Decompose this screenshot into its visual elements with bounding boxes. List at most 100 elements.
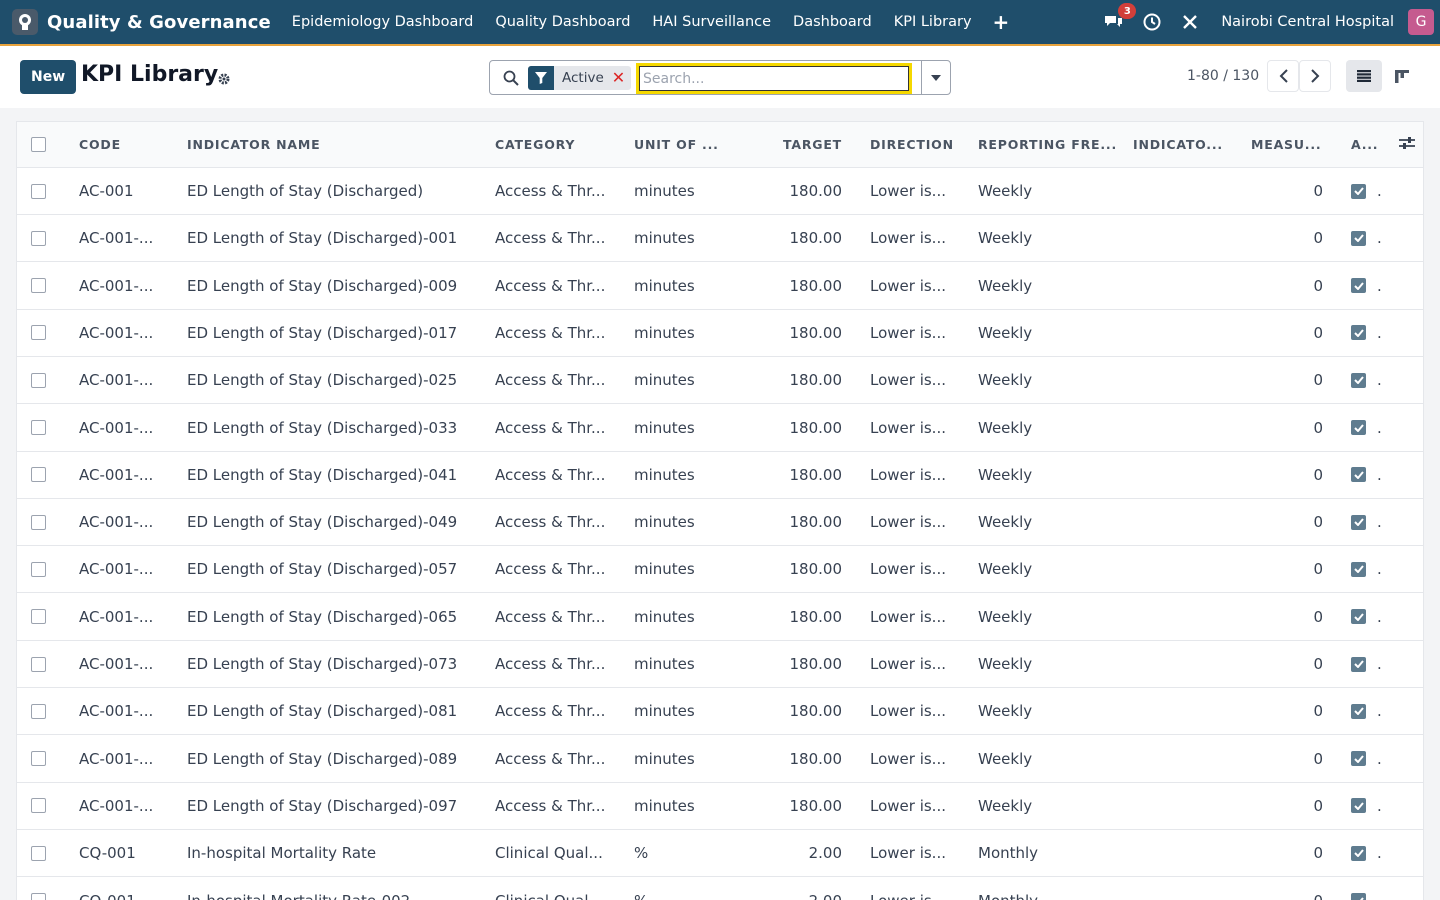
row-select-checkbox[interactable] bbox=[31, 703, 46, 719]
main-menu: Epidemiology Dashboard Quality Dashboard H… bbox=[281, 0, 983, 44]
table-row[interactable]: AC-001-... ED Length of Stay (Discharged)… bbox=[17, 736, 1423, 783]
active-checkbox[interactable] bbox=[1351, 656, 1366, 672]
active-checkbox[interactable] bbox=[1351, 893, 1366, 900]
messages-button[interactable]: 3 bbox=[1103, 3, 1137, 31]
active-checkbox[interactable] bbox=[1351, 561, 1366, 577]
column-header-unit[interactable]: UNIT OF ... bbox=[634, 122, 754, 167]
table-row[interactable]: CQ-001-... In-hospital Mortality Rate-002… bbox=[17, 878, 1423, 900]
active-checkbox[interactable] bbox=[1351, 372, 1366, 388]
select-all-checkbox[interactable] bbox=[31, 137, 46, 152]
row-select-checkbox[interactable] bbox=[31, 420, 46, 435]
row-select-cell bbox=[31, 499, 51, 545]
checkmark-icon bbox=[1353, 329, 1364, 337]
search-input[interactable] bbox=[636, 63, 912, 94]
debug-tools-button[interactable] bbox=[1181, 13, 1199, 31]
row-select-checkbox[interactable] bbox=[31, 893, 46, 900]
filter-facet[interactable]: Active ✕ bbox=[528, 65, 632, 90]
table-row[interactable]: AC-001-... ED Length of Stay (Discharged)… bbox=[17, 594, 1423, 641]
column-header-active[interactable]: A... bbox=[1351, 122, 1391, 167]
cell-reporting-frequency: Weekly bbox=[978, 796, 1033, 815]
active-checkbox[interactable] bbox=[1351, 845, 1366, 861]
column-header-direction[interactable]: DIRECTION bbox=[870, 122, 960, 167]
cell-direction: Lower is... bbox=[870, 749, 946, 768]
cell-category: Access & Thr... bbox=[495, 418, 606, 437]
active-checkbox[interactable] bbox=[1351, 751, 1366, 767]
active-checkbox[interactable] bbox=[1351, 514, 1366, 530]
remove-facet-icon[interactable]: ✕ bbox=[612, 69, 625, 86]
column-header-measures[interactable]: MEASU... bbox=[1251, 122, 1331, 167]
table-row[interactable]: AC-001 ED Length of Stay (Discharged) Acce… bbox=[17, 168, 1423, 215]
column-header-code[interactable]: CODE bbox=[79, 122, 175, 167]
row-select-checkbox[interactable] bbox=[31, 372, 46, 388]
new-button[interactable]: New bbox=[20, 60, 77, 94]
row-select-checkbox[interactable] bbox=[31, 467, 46, 483]
table-row[interactable]: AC-001-... ED Length of Stay (Discharged)… bbox=[17, 215, 1423, 263]
cell-extra: . bbox=[1377, 749, 1382, 768]
active-checkbox[interactable] bbox=[1351, 183, 1366, 199]
nav-menu-item[interactable]: KPI Library bbox=[883, 0, 983, 44]
table-row[interactable]: AC-001-... ED Length of Stay (Discharged)… bbox=[17, 405, 1423, 452]
row-select-checkbox[interactable] bbox=[31, 751, 46, 767]
active-checkbox[interactable] bbox=[1351, 420, 1366, 435]
table-row[interactable]: AC-001-... ED Length of Stay (Discharged)… bbox=[17, 641, 1423, 688]
optional-columns-toggle[interactable] bbox=[1399, 136, 1415, 154]
add-menu-button[interactable]: + bbox=[983, 0, 1020, 44]
table-row[interactable]: AC-001-... ED Length of Stay (Discharged)… bbox=[17, 688, 1423, 736]
app-title[interactable]: Quality & Governance bbox=[47, 12, 271, 33]
active-checkbox[interactable] bbox=[1351, 230, 1366, 246]
checkmark-icon bbox=[1353, 471, 1364, 479]
nav-menu-item[interactable]: Quality Dashboard bbox=[484, 0, 641, 44]
row-select-checkbox[interactable] bbox=[31, 230, 46, 246]
active-checkbox[interactable] bbox=[1351, 609, 1366, 625]
cell-reporting-frequency: Weekly bbox=[978, 560, 1033, 579]
cell-indicator-name: ED Length of Stay (Discharged)-057 bbox=[187, 560, 458, 579]
cell-direction: Lower is... bbox=[870, 182, 946, 200]
gear-icon[interactable] bbox=[218, 71, 230, 89]
table-row[interactable]: AC-001-... ED Length of Stay (Discharged)… bbox=[17, 357, 1423, 405]
cell-active bbox=[1351, 688, 1373, 734]
active-checkbox[interactable] bbox=[1351, 278, 1366, 294]
pager-next-button[interactable] bbox=[1299, 60, 1331, 92]
table-row[interactable]: AC-001-... ED Length of Stay (Discharged)… bbox=[17, 310, 1423, 357]
pager-value[interactable]: 1-80 / 130 bbox=[1187, 68, 1259, 84]
cell-category: Access & Thr... bbox=[495, 796, 606, 815]
row-select-checkbox[interactable] bbox=[31, 845, 46, 861]
pager-previous-button[interactable] bbox=[1267, 60, 1299, 92]
row-select-checkbox[interactable] bbox=[31, 798, 46, 814]
kanban-view-button[interactable] bbox=[1384, 60, 1420, 92]
active-checkbox[interactable] bbox=[1351, 325, 1366, 341]
column-header-indicator-name[interactable]: INDICATOR NAME bbox=[187, 122, 477, 167]
nav-menu-item[interactable]: Dashboard bbox=[782, 0, 883, 44]
table-row[interactable]: CQ-001 In-hospital Mortality Rate Clinical… bbox=[17, 830, 1423, 878]
column-header-indicator[interactable]: INDICATO... bbox=[1133, 122, 1243, 167]
row-select-checkbox[interactable] bbox=[31, 609, 46, 625]
row-select-checkbox[interactable] bbox=[31, 561, 46, 577]
activity-button[interactable] bbox=[1143, 13, 1161, 31]
column-header-category[interactable]: CATEGORY bbox=[495, 122, 617, 167]
row-select-checkbox[interactable] bbox=[31, 325, 46, 341]
nav-menu-item[interactable]: Epidemiology Dashboard bbox=[281, 0, 485, 44]
row-select-checkbox[interactable] bbox=[31, 514, 46, 530]
column-header-reporting-frequency[interactable]: REPORTING FRE... bbox=[978, 122, 1118, 167]
list-view-button[interactable] bbox=[1346, 60, 1382, 92]
table-row[interactable]: AC-001-... ED Length of Stay (Discharged)… bbox=[17, 499, 1423, 547]
row-select-checkbox[interactable] bbox=[31, 278, 46, 294]
cell-measures: 0 bbox=[1313, 229, 1323, 248]
column-header-target[interactable]: TARGET bbox=[757, 122, 842, 167]
user-avatar[interactable]: G bbox=[1408, 9, 1434, 35]
row-select-checkbox[interactable] bbox=[31, 656, 46, 672]
table-row[interactable]: AC-001-... ED Length of Stay (Discharged)… bbox=[17, 546, 1423, 594]
app-logo-icon[interactable] bbox=[12, 9, 38, 35]
active-checkbox[interactable] bbox=[1351, 703, 1366, 719]
search-options-toggle[interactable] bbox=[921, 60, 951, 95]
table-row[interactable]: AC-001-... ED Length of Stay (Discharged)… bbox=[17, 263, 1423, 310]
table-row[interactable]: AC-001-... ED Length of Stay (Discharged)… bbox=[17, 783, 1423, 830]
nav-menu-item[interactable]: HAI Surveillance bbox=[641, 0, 782, 44]
row-select-checkbox[interactable] bbox=[31, 183, 46, 199]
cell-code: AC-001-... bbox=[79, 655, 154, 673]
table-row[interactable]: AC-001-... ED Length of Stay (Discharged)… bbox=[17, 452, 1423, 499]
active-checkbox[interactable] bbox=[1351, 798, 1366, 814]
company-switcher[interactable]: Nairobi Central Hospital bbox=[1221, 14, 1394, 30]
active-checkbox[interactable] bbox=[1351, 467, 1366, 483]
cell-category: Clinical Qual... bbox=[495, 844, 603, 863]
